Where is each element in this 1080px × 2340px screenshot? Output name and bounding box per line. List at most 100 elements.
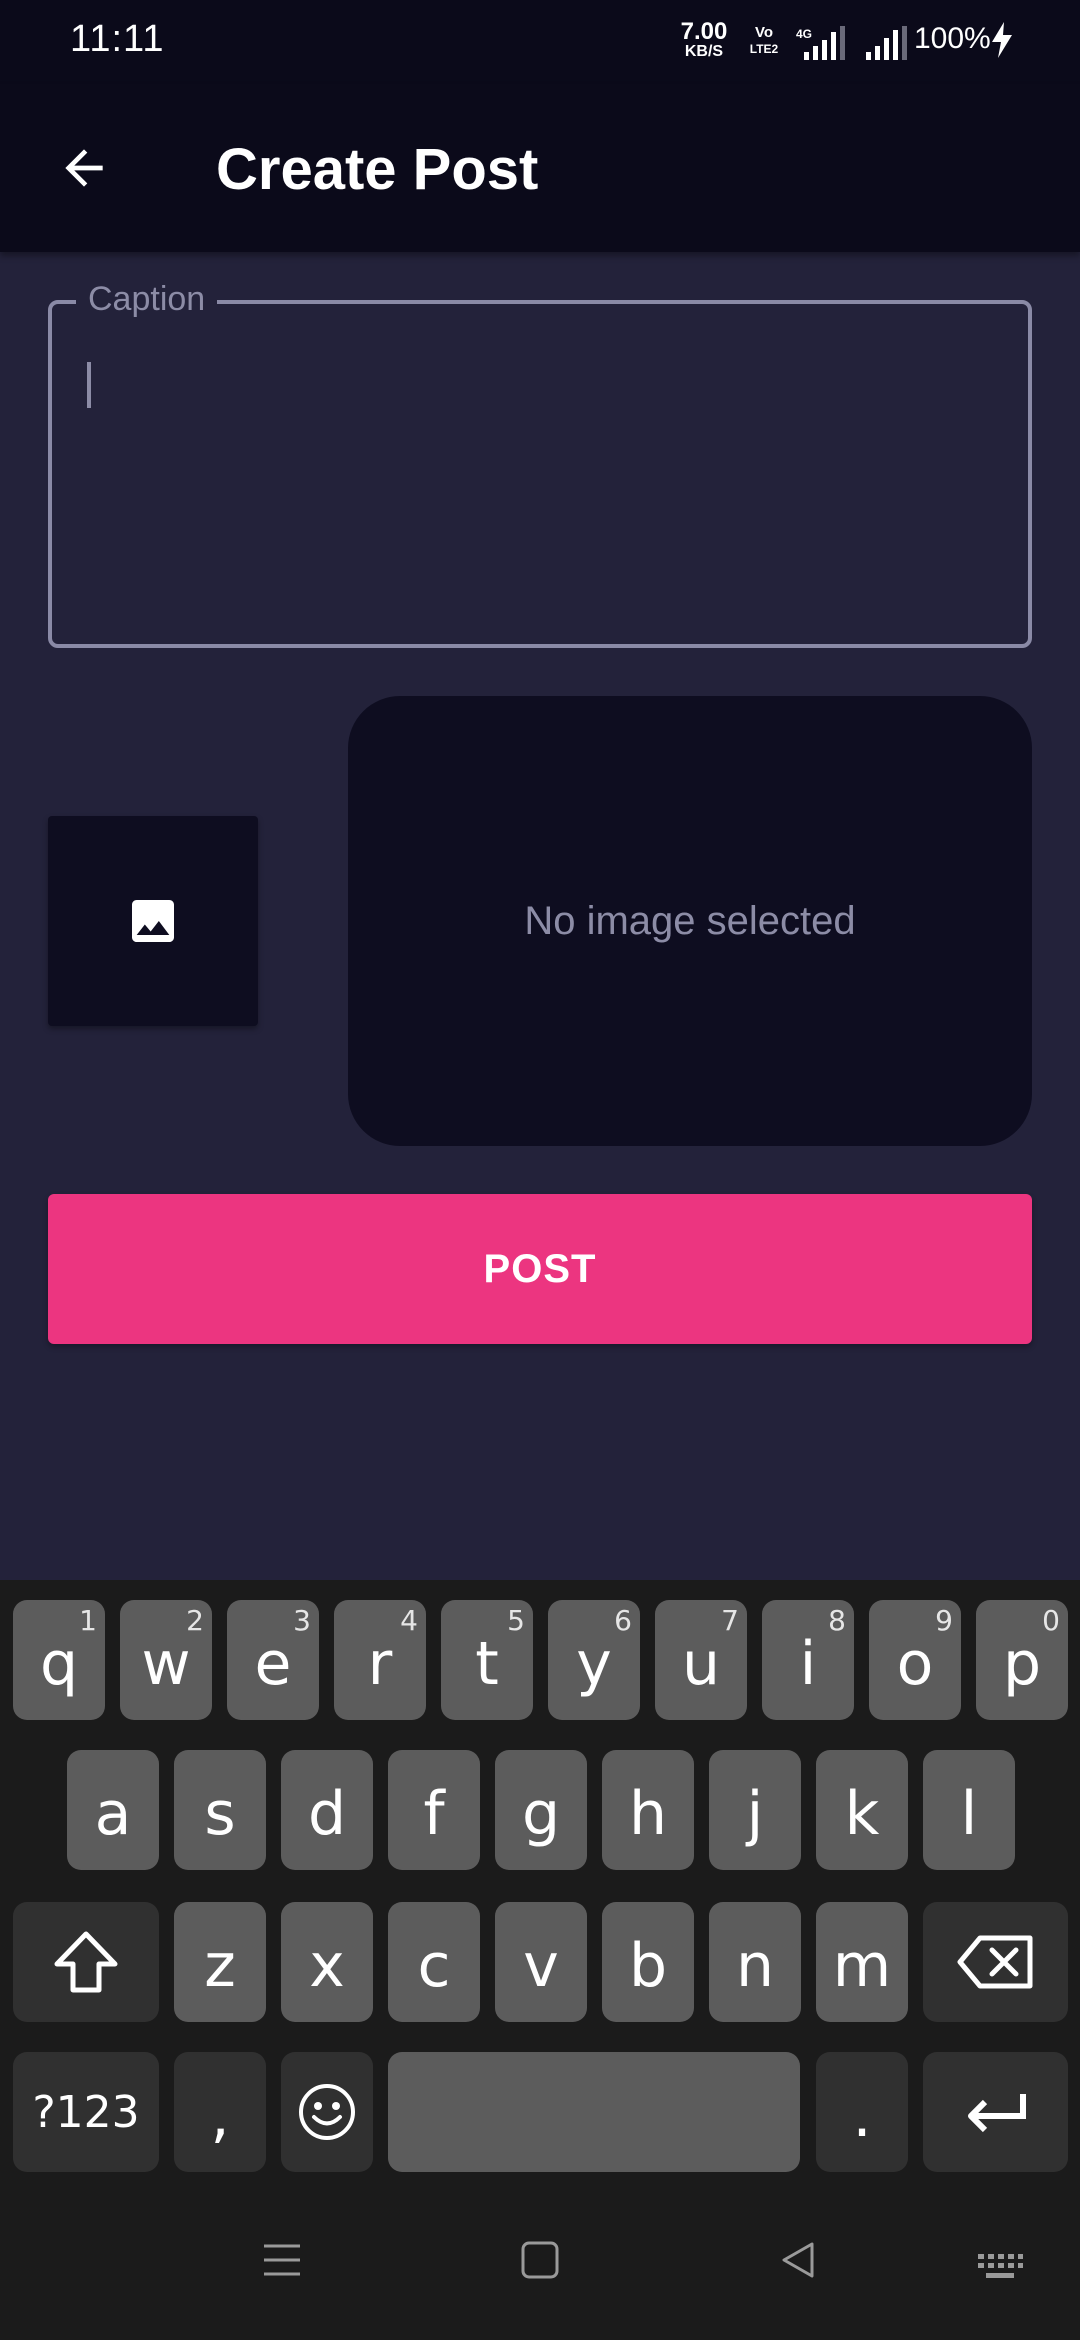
key-t[interactable]: 5t bbox=[441, 1600, 533, 1720]
shift-icon bbox=[54, 1931, 118, 1993]
key-j[interactable]: j bbox=[709, 1750, 801, 1870]
keyboard-switch-icon[interactable] bbox=[976, 2252, 1024, 2282]
period-key[interactable]: . bbox=[816, 2052, 908, 2172]
backspace-key[interactable] bbox=[923, 1902, 1068, 2022]
space-key[interactable] bbox=[388, 2052, 800, 2172]
emoji-key[interactable] bbox=[281, 2052, 373, 2172]
create-post-screen: 11:11 7.00 KB/S Vo LTE2 4G 100% Create P… bbox=[0, 0, 1080, 2340]
symbols-key[interactable]: ?123 bbox=[13, 2052, 159, 2172]
key-m[interactable]: m bbox=[816, 1902, 908, 2022]
no-image-text: No image selected bbox=[524, 898, 856, 943]
key-y[interactable]: 6y bbox=[548, 1600, 640, 1720]
home-nav-icon[interactable] bbox=[520, 2240, 560, 2280]
key-label: k bbox=[844, 1779, 880, 1849]
menu-nav-icon[interactable] bbox=[262, 2240, 302, 2280]
enter-key[interactable] bbox=[923, 2052, 1068, 2172]
arrow-back-icon bbox=[65, 149, 103, 187]
back-button[interactable] bbox=[40, 124, 128, 212]
key-d[interactable]: d bbox=[281, 1750, 373, 1870]
key-label: f bbox=[423, 1779, 445, 1849]
key-hint: 4 bbox=[400, 1604, 418, 1637]
key-z[interactable]: z bbox=[174, 1902, 266, 2022]
post-button-label: POST bbox=[483, 1246, 597, 1291]
caption-input[interactable] bbox=[80, 352, 1000, 612]
enter-icon bbox=[967, 2094, 1026, 2133]
comma-key[interactable]: , bbox=[174, 2052, 266, 2172]
key-x[interactable]: x bbox=[281, 1902, 373, 2022]
key-label: d bbox=[307, 1779, 347, 1849]
shift-key[interactable] bbox=[13, 1902, 159, 2022]
key-label: n bbox=[735, 1931, 775, 2001]
key-w[interactable]: 2w bbox=[120, 1600, 212, 1720]
status-bar: 11:11 7.00 KB/S Vo LTE2 4G 100% bbox=[0, 0, 1080, 84]
key-hint: 2 bbox=[186, 1604, 204, 1637]
network-speed: 7.00 KB/S bbox=[678, 20, 730, 60]
key-label: a bbox=[94, 1779, 132, 1849]
pick-image-button[interactable] bbox=[48, 816, 258, 1026]
volte-top: Vo bbox=[754, 24, 774, 41]
network-type-text: 4G bbox=[796, 27, 812, 41]
key-l[interactable]: l bbox=[923, 1750, 1015, 1870]
comma-key-label: , bbox=[210, 2081, 230, 2151]
key-o[interactable]: 9o bbox=[869, 1600, 961, 1720]
page-title: Create Post bbox=[216, 137, 539, 202]
image-icon bbox=[132, 900, 174, 942]
network-speed-value: 7.00 bbox=[680, 18, 728, 45]
symbols-key-label: ?123 bbox=[32, 2086, 140, 2138]
volte-bottom: LTE2 bbox=[749, 42, 779, 56]
key-label: j bbox=[746, 1779, 764, 1849]
key-c[interactable]: c bbox=[388, 1902, 480, 2022]
key-k[interactable]: k bbox=[816, 1750, 908, 1870]
key-p[interactable]: 0p bbox=[976, 1600, 1068, 1720]
key-v[interactable]: v bbox=[495, 1902, 587, 2022]
signal-4g-icon: 4G bbox=[796, 26, 845, 60]
key-label: v bbox=[523, 1931, 559, 2001]
key-b[interactable]: b bbox=[602, 1902, 694, 2022]
key-label: i bbox=[799, 1629, 817, 1699]
key-hint: 0 bbox=[1042, 1604, 1060, 1637]
key-q[interactable]: 1q bbox=[13, 1600, 105, 1720]
period-key-label: . bbox=[852, 2081, 872, 2151]
back-nav-icon[interactable] bbox=[778, 2240, 818, 2280]
key-hint: 7 bbox=[721, 1604, 739, 1637]
key-label: p bbox=[1002, 1629, 1042, 1699]
caption-field[interactable]: Caption bbox=[48, 280, 1032, 648]
key-label: q bbox=[39, 1629, 79, 1699]
key-label: s bbox=[204, 1779, 236, 1849]
key-label: c bbox=[417, 1931, 451, 2001]
key-label: b bbox=[628, 1931, 668, 2001]
key-g[interactable]: g bbox=[495, 1750, 587, 1870]
key-hint: 9 bbox=[935, 1604, 953, 1637]
key-a[interactable]: a bbox=[67, 1750, 159, 1870]
post-button[interactable]: POST bbox=[48, 1194, 1032, 1344]
key-hint: 6 bbox=[614, 1604, 632, 1637]
key-hint: 3 bbox=[293, 1604, 311, 1637]
volte-indicator: Vo LTE2 bbox=[744, 24, 784, 58]
charging-bolt-icon bbox=[992, 22, 1012, 58]
key-label: m bbox=[832, 1931, 892, 2001]
emoji-icon bbox=[299, 2084, 355, 2140]
key-label: w bbox=[141, 1629, 191, 1699]
key-e[interactable]: 3e bbox=[227, 1600, 319, 1720]
key-label: o bbox=[896, 1629, 934, 1699]
key-label: y bbox=[576, 1629, 612, 1699]
key-label: u bbox=[681, 1629, 721, 1699]
key-label: e bbox=[254, 1629, 292, 1699]
key-label: t bbox=[475, 1629, 499, 1699]
key-f[interactable]: f bbox=[388, 1750, 480, 1870]
backspace-icon bbox=[957, 1935, 1032, 1989]
key-label: l bbox=[960, 1779, 978, 1849]
soft-keyboard: 1q 2w 3e 4r 5t 6y 7u 8i 9o 0p a s d f g … bbox=[0, 1580, 1080, 2340]
key-u[interactable]: 7u bbox=[655, 1600, 747, 1720]
key-label: x bbox=[309, 1931, 345, 2001]
key-r[interactable]: 4r bbox=[334, 1600, 426, 1720]
app-bar: Create Post bbox=[0, 84, 1080, 252]
key-h[interactable]: h bbox=[602, 1750, 694, 1870]
key-label: g bbox=[521, 1779, 561, 1849]
key-n[interactable]: n bbox=[709, 1902, 801, 2022]
key-i[interactable]: 8i bbox=[762, 1600, 854, 1720]
key-hint: 5 bbox=[507, 1604, 525, 1637]
signal-icon bbox=[866, 26, 907, 60]
key-s[interactable]: s bbox=[174, 1750, 266, 1870]
key-label: z bbox=[204, 1931, 236, 2001]
